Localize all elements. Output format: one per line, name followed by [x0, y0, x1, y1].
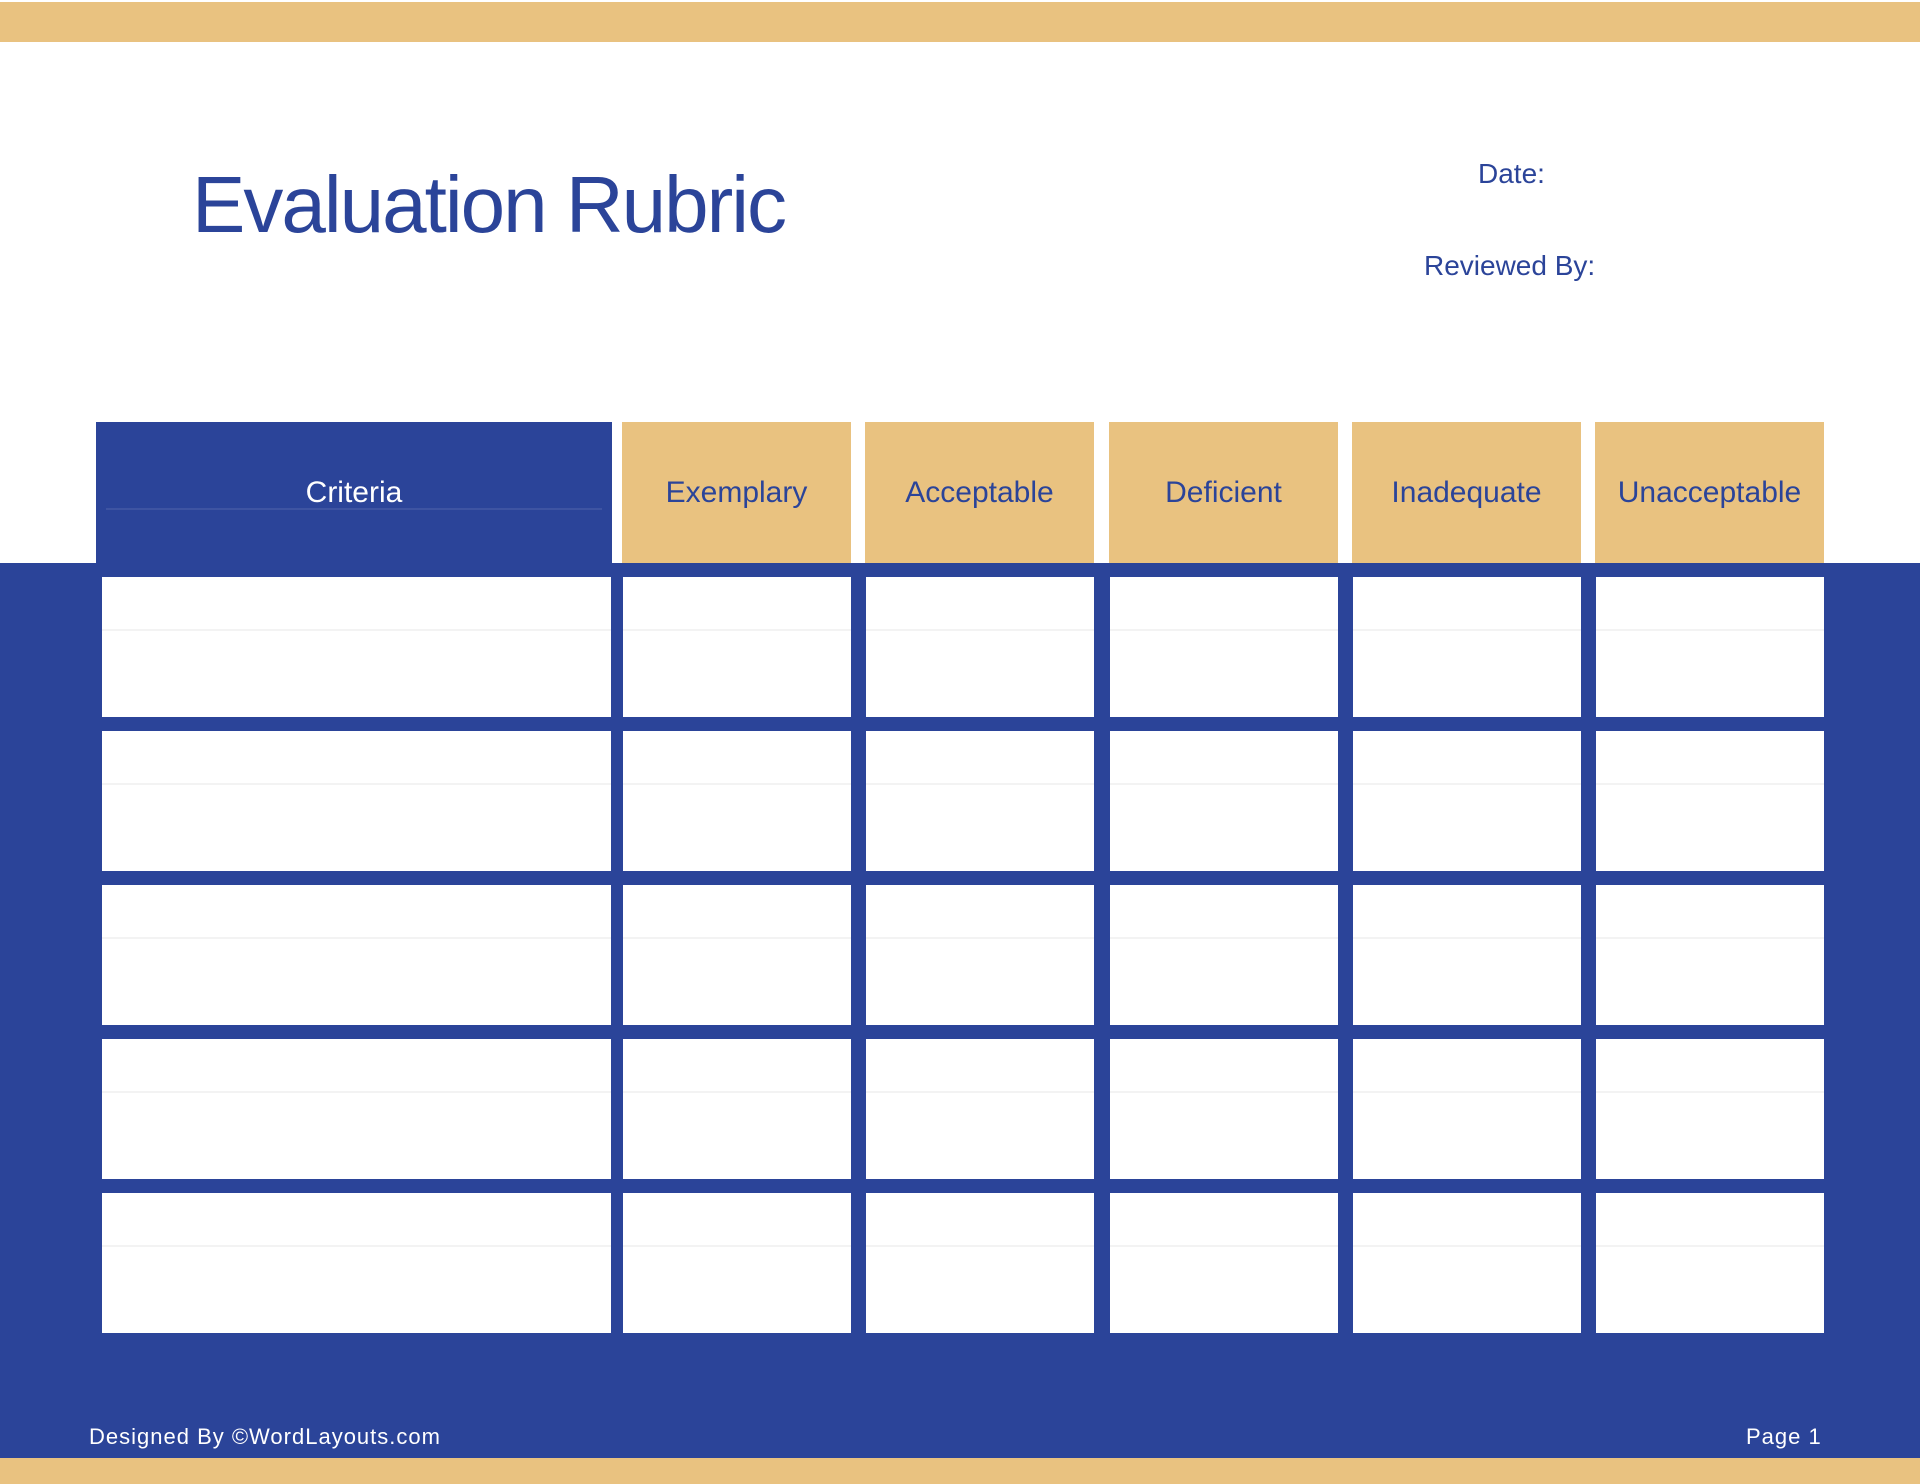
- footer-credit: Designed By ©WordLayouts.com: [89, 1424, 441, 1449]
- rubric-cell[interactable]: [1353, 1193, 1581, 1333]
- bottom-accent-bar: [0, 1458, 1920, 1484]
- column-header-acceptable: Acceptable: [865, 422, 1094, 563]
- rubric-cell[interactable]: [1596, 1193, 1824, 1333]
- column-header-inadequate: Inadequate: [1352, 422, 1581, 563]
- top-accent-bar: [0, 2, 1920, 42]
- rubric-cell[interactable]: [623, 1039, 851, 1179]
- column-header-unacceptable: Unacceptable: [1595, 422, 1824, 563]
- rubric-cell[interactable]: [1110, 1193, 1338, 1333]
- rubric-cell[interactable]: [1110, 885, 1338, 1025]
- rubric-cell[interactable]: [866, 1193, 1094, 1333]
- page-title: Evaluation Rubric: [192, 160, 787, 249]
- rubric-cell[interactable]: [623, 731, 851, 871]
- rubric-cell[interactable]: [866, 885, 1094, 1025]
- column-header-deficient: Deficient: [1109, 422, 1338, 563]
- column-header-exemplary: Exemplary: [622, 422, 851, 563]
- rubric-cell[interactable]: [866, 731, 1094, 871]
- page-number: Page 1: [1746, 1424, 1822, 1449]
- column-header-criteria: Criteria: [96, 422, 612, 563]
- rubric-cell-criteria[interactable]: [102, 731, 611, 871]
- date-label: Date:: [1478, 158, 1545, 189]
- rubric-cell[interactable]: [1110, 577, 1338, 717]
- rubric-cell[interactable]: [1110, 1039, 1338, 1179]
- rubric-cell[interactable]: [866, 577, 1094, 717]
- rubric-cell-criteria[interactable]: [102, 885, 611, 1025]
- rubric-cell[interactable]: [623, 577, 851, 717]
- rubric-cell[interactable]: [1596, 1039, 1824, 1179]
- rubric-cell[interactable]: [623, 885, 851, 1025]
- rubric-cell[interactable]: [1353, 577, 1581, 717]
- rubric-cell[interactable]: [1353, 885, 1581, 1025]
- rubric-cell[interactable]: [866, 1039, 1094, 1179]
- rubric-cell[interactable]: [1110, 731, 1338, 871]
- rubric-cell-criteria[interactable]: [102, 577, 611, 717]
- document-page: Evaluation Rubric Date: Reviewed By: Cri…: [0, 0, 1920, 1484]
- rubric-cell-criteria[interactable]: [102, 1039, 611, 1179]
- rubric-cell[interactable]: [623, 1193, 851, 1333]
- rubric-cell[interactable]: [1353, 1039, 1581, 1179]
- rubric-cell[interactable]: [1596, 731, 1824, 871]
- reviewed-by-label: Reviewed By:: [1424, 250, 1596, 281]
- rubric-cell[interactable]: [1596, 885, 1824, 1025]
- rubric-cell-criteria[interactable]: [102, 1193, 611, 1333]
- rubric-cell[interactable]: [1596, 577, 1824, 717]
- rubric-cell[interactable]: [1353, 731, 1581, 871]
